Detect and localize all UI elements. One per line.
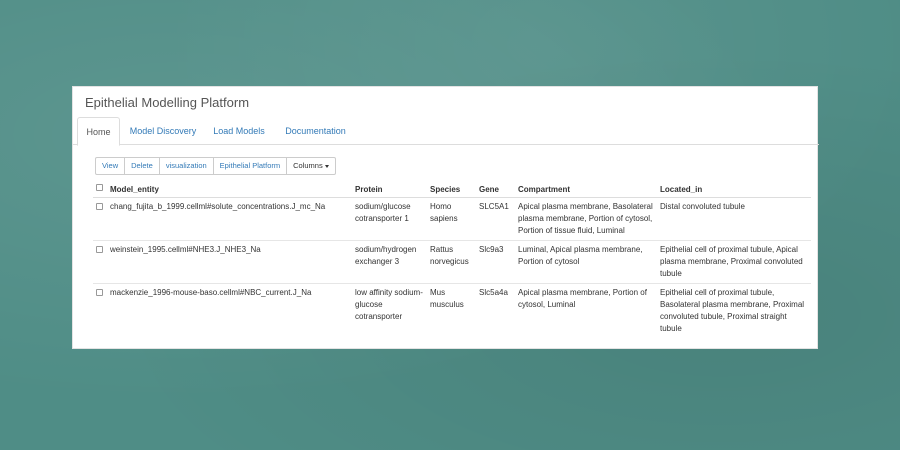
header-protein[interactable]: Protein [352,179,427,198]
cell-compartment: Luminal, Apical plasma membrane, Portion… [515,239,657,283]
cell-protein: sodium/glucose cotransporter 1 [352,196,427,240]
caret-down-icon [324,164,329,168]
cell-model-entity: mackenzie_1996-mouse-baso.cellml#NBC_cur… [107,282,352,338]
select-all-checkbox[interactable] [96,184,103,191]
header-model-entity[interactable]: Model_entity [107,179,352,198]
view-button[interactable]: View [95,157,126,175]
table-row: mackenzie_1996-mouse-baso.cellml#NBC_cur… [93,282,811,338]
row-checkbox[interactable] [96,202,103,210]
cell-gene: Slc9a3 [476,239,515,283]
row-checkbox[interactable] [96,288,103,296]
cell-gene: Slc5a4a [476,282,515,338]
app-title: Epithelial Modelling Platform [85,95,250,110]
cell-located-in: Distal convoluted tubule [657,196,811,240]
table-header-row: Model_entity Protein Species Gene Compar… [93,179,811,198]
table-row: chang_fujita_b_1999.cellml#solute_concen… [93,196,811,240]
epithelial-platform-button[interactable]: Epithelial Platform [212,157,288,175]
cell-compartment: Apical plasma membrane, Portion of cytos… [515,282,657,338]
header-located-in[interactable]: Located_in [657,179,811,198]
cell-species: Rattus norvegicus [427,239,476,283]
cell-species: Homo sapiens [427,196,476,240]
header-gene[interactable]: Gene [476,179,515,198]
toolbar: View Delete visualization Epithelial Pla… [95,157,336,175]
table-row: weinstein_1995.cellml#NHE3.J_NHE3_Na sod… [93,239,811,283]
main-panel: Epithelial Modelling Platform Home Model… [72,86,819,349]
header-compartment[interactable]: Compartment [515,179,657,198]
columns-dropdown[interactable]: Columns [286,157,336,175]
tab-home[interactable]: Home [77,117,120,146]
cell-gene: SLC5A1 [476,196,515,240]
nav-tabs: Home Model Discovery Load Models Documen… [73,117,819,146]
cell-model-entity: chang_fujita_b_1999.cellml#solute_concen… [107,196,352,240]
visualization-button[interactable]: visualization [158,157,214,175]
tab-documentation[interactable]: Documentation [282,117,349,145]
cell-located-in: Epithelial cell of proximal tubule, Apic… [657,239,811,283]
results-table: Model_entity Protein Species Gene Compar… [93,179,811,338]
columns-label: Columns [293,161,323,170]
cell-species: Mus musculus [427,282,476,338]
cell-protein: low affinity sodium-glucose cotransporte… [352,282,427,338]
cell-model-entity: weinstein_1995.cellml#NHE3.J_NHE3_Na [107,239,352,283]
tab-model-discovery[interactable]: Model Discovery [125,117,201,145]
cell-protein: sodium/hydrogen exchanger 3 [352,239,427,283]
row-checkbox[interactable] [96,245,103,253]
delete-button[interactable]: Delete [124,157,160,175]
tab-load-models[interactable]: Load Models [209,117,269,145]
cell-compartment: Apical plasma membrane, Basolateral plas… [515,196,657,240]
header-species[interactable]: Species [427,179,476,198]
cell-located-in: Epithelial cell of proximal tubule, Baso… [657,282,811,338]
